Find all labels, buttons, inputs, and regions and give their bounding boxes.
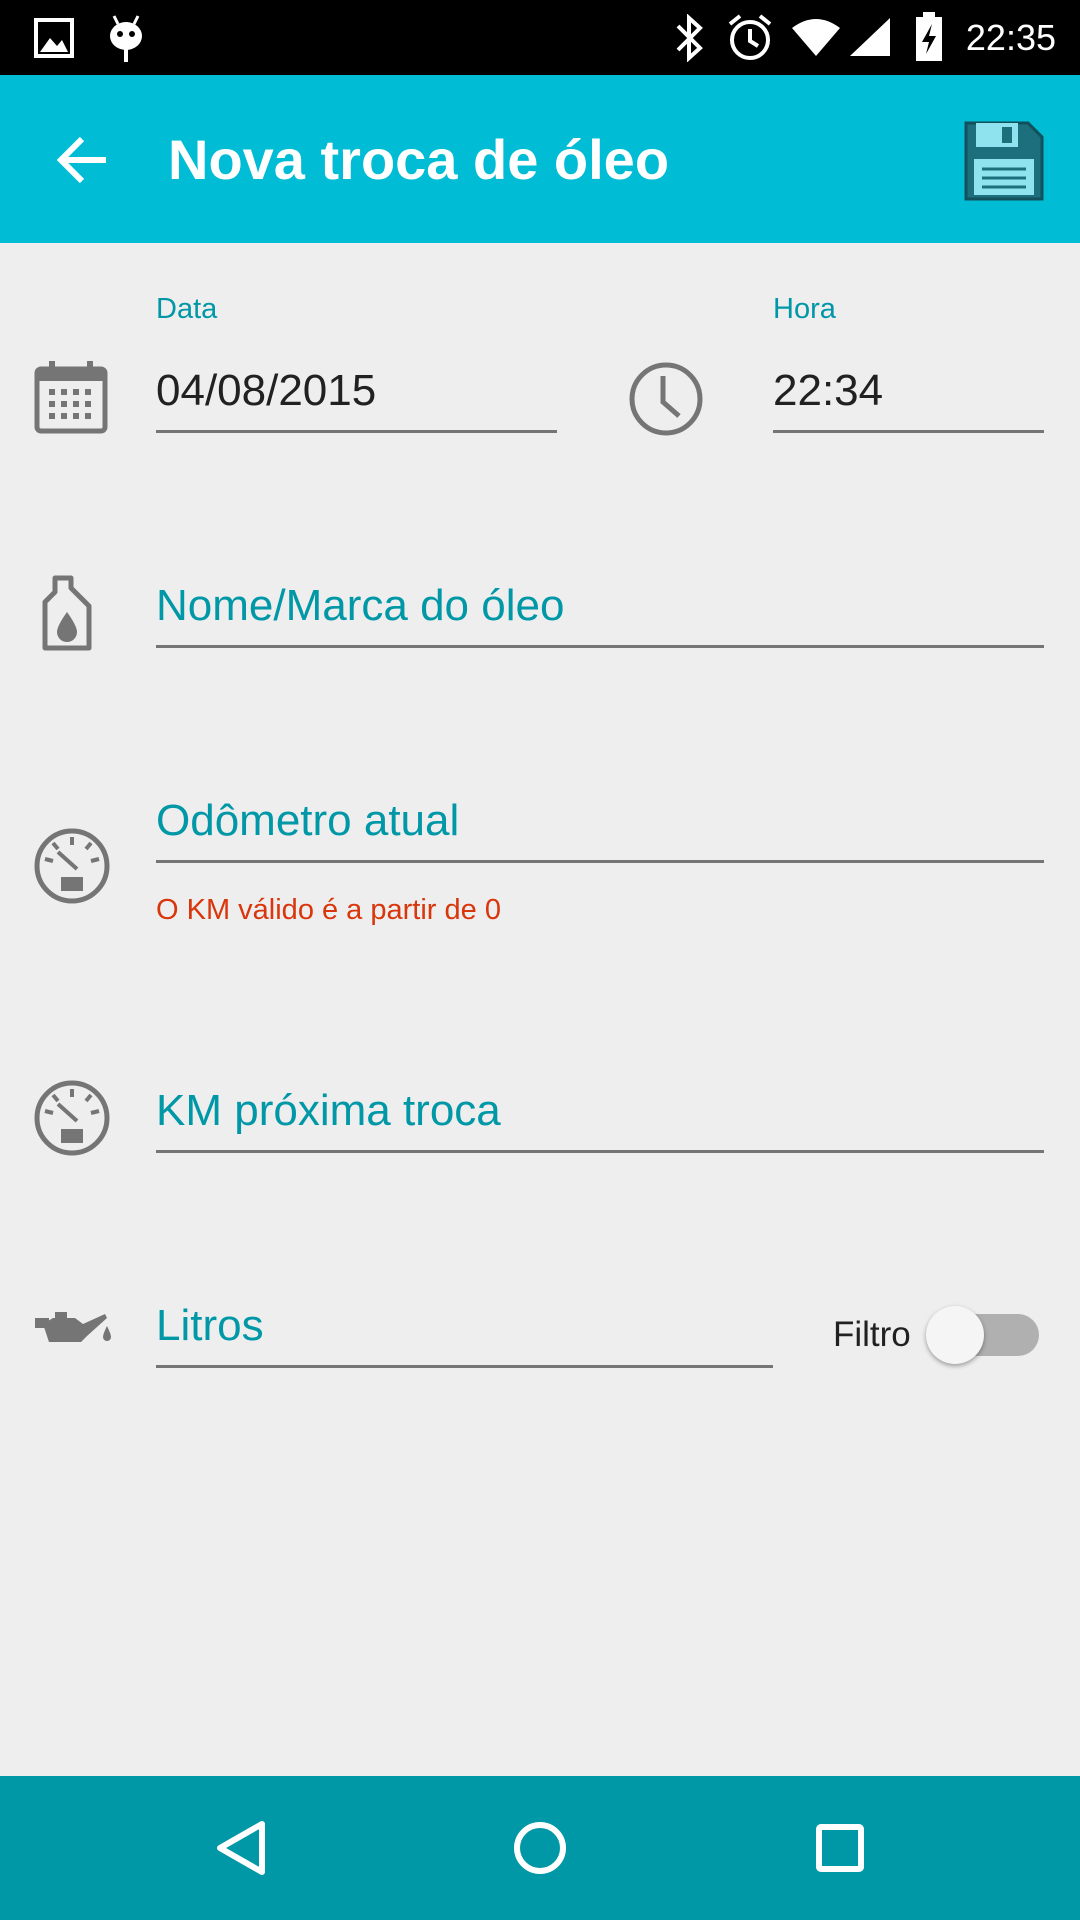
image-icon bbox=[34, 18, 74, 58]
liters-field[interactable]: Litros bbox=[156, 1300, 773, 1370]
filter-switch-thumb[interactable] bbox=[926, 1306, 984, 1364]
date-label: Data bbox=[156, 293, 218, 325]
time-label: Hora bbox=[773, 293, 836, 325]
nav-home-button[interactable] bbox=[490, 1798, 590, 1898]
odometer-field[interactable]: Odômetro atual bbox=[156, 795, 1044, 865]
oil-name-field[interactable]: Nome/Marca do óleo bbox=[156, 580, 1044, 650]
arrow-back-icon bbox=[56, 136, 106, 184]
date-field[interactable]: 04/08/2015 bbox=[156, 365, 557, 435]
nav-recents-button[interactable] bbox=[790, 1798, 890, 1898]
back-triangle-icon bbox=[217, 1821, 265, 1875]
bluetooth-icon bbox=[676, 14, 703, 62]
back-button[interactable] bbox=[38, 120, 128, 200]
clock-icon bbox=[629, 362, 703, 436]
date-underline bbox=[156, 430, 557, 433]
filter-label: Filtro bbox=[833, 1315, 911, 1354]
time-underline bbox=[773, 430, 1044, 433]
save-button[interactable] bbox=[962, 119, 1046, 203]
android-icon bbox=[110, 15, 142, 62]
navigation-bar bbox=[0, 1776, 1080, 1920]
gauge-icon bbox=[34, 828, 110, 904]
wifi-icon bbox=[792, 19, 840, 56]
calendar-icon bbox=[34, 361, 108, 434]
status-time: 22:35 bbox=[965, 17, 1056, 58]
next-change-km-field[interactable]: KM próxima troca bbox=[156, 1085, 1044, 1155]
oil-bottle-icon bbox=[42, 575, 92, 651]
recents-square-icon bbox=[816, 1824, 864, 1872]
date-value: 04/08/2015 bbox=[156, 366, 377, 415]
odometer-placeholder: Odômetro atual bbox=[156, 796, 460, 845]
odometer-underline bbox=[156, 860, 1044, 863]
odometer-error: O KM válido é a partir de 0 bbox=[156, 894, 501, 926]
gauge-icon bbox=[34, 1080, 110, 1156]
liters-underline bbox=[156, 1365, 773, 1368]
oil-name-placeholder: Nome/Marca do óleo bbox=[156, 581, 565, 630]
floppy-disk-icon bbox=[964, 121, 1044, 201]
home-circle-icon bbox=[514, 1822, 566, 1874]
nav-back-button[interactable] bbox=[190, 1798, 290, 1898]
signal-icon bbox=[850, 18, 890, 56]
next-change-km-placeholder: KM próxima troca bbox=[156, 1086, 501, 1135]
alarm-icon bbox=[728, 14, 772, 60]
battery-charging-icon bbox=[916, 12, 942, 61]
app-bar: Nova troca de óleo bbox=[0, 75, 1080, 243]
liters-placeholder: Litros bbox=[156, 1301, 264, 1350]
oil-can-icon bbox=[35, 1312, 111, 1342]
page-title: Nova troca de óleo bbox=[168, 128, 670, 191]
time-value: 22:34 bbox=[773, 366, 884, 415]
oil-name-underline bbox=[156, 645, 1044, 648]
time-field[interactable]: 22:34 bbox=[773, 365, 1044, 435]
next-change-km-underline bbox=[156, 1150, 1044, 1153]
status-bar: 22:35 bbox=[0, 0, 1080, 75]
